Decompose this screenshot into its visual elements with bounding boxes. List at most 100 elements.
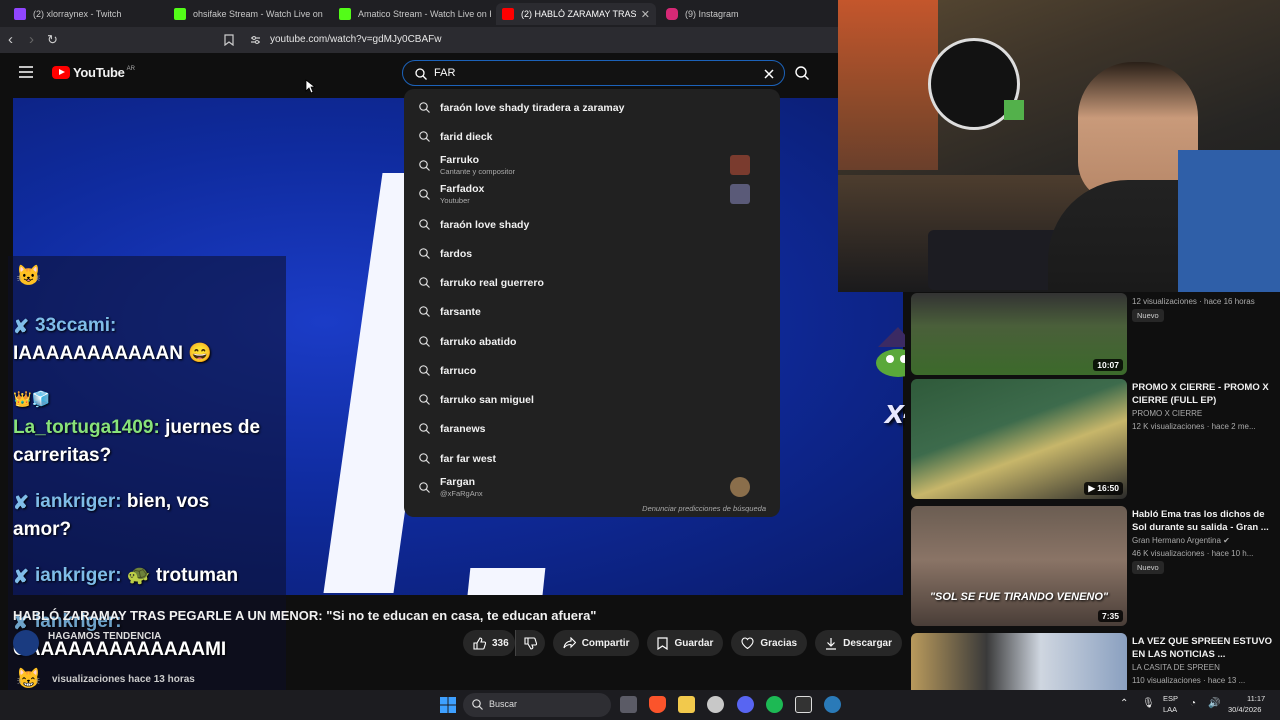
suggestion-item[interactable]: faranews [404, 414, 780, 443]
windows-start-icon[interactable] [440, 697, 456, 713]
task-view-icon[interactable] [620, 696, 637, 713]
search-box[interactable]: FAR [402, 60, 785, 86]
recommended-video[interactable]: ▶ 16:50 PROMO X CIERRE - PROMO X CIERRE … [911, 379, 1276, 499]
suggestion-text: faraón love shady [440, 218, 530, 231]
clock-date[interactable]: 30/4/2026 [1228, 705, 1261, 714]
multiplier-text: x4 [885, 393, 905, 431]
clear-search-icon[interactable] [764, 69, 774, 79]
browser-tab[interactable]: (9) Instagram [660, 3, 820, 25]
spotify-icon[interactable] [766, 696, 783, 713]
bookmark-icon[interactable] [224, 34, 234, 46]
tray-expand-icon[interactable]: ⌃ [1120, 698, 1128, 709]
channel-avatar[interactable] [13, 630, 39, 656]
back-icon[interactable]: ‹ [8, 31, 13, 49]
suggestion-item[interactable]: farid dieck [404, 122, 780, 151]
video-thumbnail[interactable]: ▶ 16:50 [911, 379, 1127, 499]
share-button[interactable]: Compartir [552, 630, 640, 656]
video-title[interactable]: PROMO X CIERRE - PROMO X CIERRE (FULL EP… [1132, 381, 1277, 407]
chair [1178, 150, 1280, 292]
suggestion-item[interactable]: Farruko Cantante y compositor [404, 151, 780, 180]
search-button[interactable] [785, 60, 819, 86]
channel-name[interactable]: Gran Hermano Argentina ✔ [1132, 536, 1230, 545]
recommended-video[interactable]: "SOL SE FUE TIRANDO VENENO" 7:35 Habló E… [911, 506, 1276, 626]
suggestion-item[interactable]: farruko real guerrero [404, 268, 780, 297]
app-icon[interactable] [824, 696, 841, 713]
discord-icon[interactable] [737, 696, 754, 713]
search-icon [419, 248, 430, 259]
close-tab-icon[interactable]: ✕ [641, 8, 650, 21]
frog-wizard-icon [876, 327, 905, 377]
cat-emote-icon: 😸 [16, 668, 41, 690]
video-thumbnail[interactable]: 10:07 [911, 293, 1127, 375]
search-icon [419, 277, 430, 288]
app-icon[interactable] [707, 696, 724, 713]
browser-tab[interactable]: Amatico Stream - Watch Live on Kick [333, 3, 491, 25]
suggestion-item[interactable]: Fargan @xFaRgAnx [404, 473, 780, 502]
search-icon [415, 68, 427, 80]
suggestion-item[interactable]: faraón love shady [404, 210, 780, 239]
menu-icon[interactable] [19, 66, 33, 78]
brave-icon[interactable] [649, 696, 666, 713]
cat-emote-icon: 😺 [16, 265, 41, 287]
file-explorer-icon[interactable] [678, 696, 695, 713]
chat-message: ✘ 33ccami: [13, 312, 116, 339]
suggestion-item[interactable]: fardos [404, 239, 780, 268]
download-button[interactable]: Descargar [815, 630, 903, 656]
video-duration: 7:35 [1097, 610, 1123, 622]
recommended-video[interactable]: 10:07 12 visualizaciones · hace 16 horas… [911, 293, 1276, 375]
twitch-icon [14, 8, 26, 20]
webcam-overlay [838, 0, 1280, 292]
search-icon [419, 394, 430, 405]
channel-name[interactable]: LA CASITA DE SPREEN [1132, 663, 1220, 672]
thanks-button[interactable]: Gracias [731, 630, 808, 656]
browser-tab[interactable]: (2) xlorraynex - Twitch [8, 3, 166, 25]
like-count: 336 [492, 637, 509, 649]
video-thumbnail[interactable]: "SOL SE FUE TIRANDO VENENO" 7:35 [911, 506, 1127, 626]
forward-icon[interactable]: › [29, 31, 34, 49]
site-info-icon[interactable] [250, 35, 261, 45]
clock-time[interactable]: 11:17 [1247, 694, 1265, 703]
like-button[interactable]: 336 [463, 630, 515, 656]
video-thumbnail[interactable] [911, 633, 1127, 690]
suggestion-text: farruco [440, 364, 477, 377]
microphone-icon[interactable]: 🎙 [1142, 698, 1155, 709]
dislike-button[interactable] [514, 630, 545, 656]
thanks-label: Gracias [760, 637, 798, 649]
channel-name[interactable]: HAGAMOS TENDENCIA [48, 631, 161, 642]
video-title[interactable]: LA VEZ QUE SPREEN ESTUVO EN LAS NOTICIAS… [1132, 635, 1277, 661]
chat-text: IAAAAAAAAAAAN [13, 343, 183, 364]
suggestion-text: farruko real guerrero [440, 276, 544, 289]
suggestion-item[interactable]: farruko abatido [404, 327, 780, 356]
suggestion-item[interactable]: farsante [404, 297, 780, 326]
language-indicator[interactable]: ESP [1163, 694, 1178, 703]
search-icon [795, 66, 809, 80]
suggestion-item[interactable]: farruko san miguel [404, 385, 780, 414]
browser-tab-active[interactable]: (2) HABLÓ ZARAMAY TRAS PEGAR ✕ [496, 3, 656, 25]
youtube-play-icon [52, 66, 70, 79]
obs-icon[interactable] [795, 696, 812, 713]
suggestion-item[interactable]: farruco [404, 356, 780, 385]
search-input[interactable]: FAR [434, 67, 455, 79]
wifi-icon[interactable]: ◔ [1190, 698, 1196, 709]
report-predictions-link[interactable]: Denunciar predicciones de búsqueda [642, 504, 766, 513]
reload-icon[interactable]: ↻ [47, 31, 58, 49]
channel-name-text: Gran Hermano Argentina [1132, 536, 1221, 545]
suggestion-item[interactable]: far far west [404, 444, 780, 473]
share-label: Compartir [581, 637, 630, 649]
youtube-logo[interactable]: YouTube AR [52, 65, 135, 80]
chat-message: carreritas? [13, 442, 111, 469]
suggestion-item[interactable]: Farfadox Youtuber [404, 180, 780, 209]
save-button[interactable]: Guardar [647, 630, 724, 656]
volume-icon[interactable]: 🔊 [1208, 698, 1220, 709]
browser-tab[interactable]: ohsifake Stream - Watch Live on [168, 3, 326, 25]
url-field[interactable]: youtube.com/watch?v=gdMJy0CBAFw [270, 34, 441, 45]
video-title[interactable]: Habló Ema tras los dichos de Sol durante… [1132, 508, 1277, 534]
taskbar-search[interactable]: Buscar [463, 693, 611, 717]
channel-name[interactable]: PROMO X CIERRE [1132, 409, 1202, 418]
heart-dollar-icon [741, 637, 754, 649]
suggestion-item[interactable]: faraón love shady tiradera a zaramay [404, 93, 780, 122]
layout-indicator[interactable]: LAA [1163, 705, 1177, 714]
search-icon [419, 189, 430, 200]
recommended-video[interactable]: LA VEZ QUE SPREEN ESTUVO EN LAS NOTICIAS… [911, 633, 1276, 690]
search-icon [419, 160, 430, 171]
